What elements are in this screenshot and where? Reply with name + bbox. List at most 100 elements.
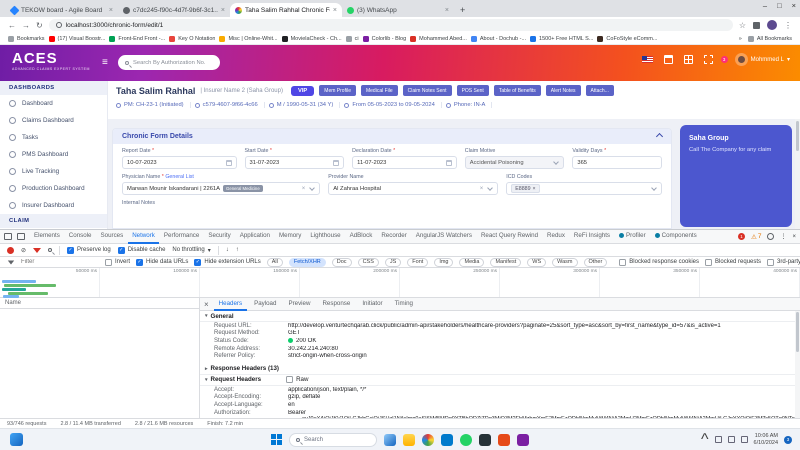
export-har-icon[interactable]: ↑ — [236, 247, 239, 253]
sidebar-item[interactable]: Tasks — [0, 129, 107, 146]
site-info-icon[interactable] — [56, 22, 62, 28]
member-action-button[interactable]: Mem Profile — [319, 85, 356, 96]
calendar-picker-icon[interactable] — [226, 160, 232, 166]
bookmark-star-icon[interactable]: ☆ — [739, 21, 746, 30]
disable-cache-toggle[interactable]: ✓ Disable cache — [118, 247, 166, 254]
bookmark-item[interactable]: (17) Visual Boostr... — [49, 36, 106, 42]
taskbar-app-icon[interactable] — [422, 434, 434, 446]
taskbar-app-icon[interactable] — [441, 434, 453, 446]
error-count-badge[interactable]: 1 — [738, 233, 745, 240]
bookmark-item[interactable]: Key O Notation — [169, 36, 215, 42]
clear-icon[interactable]: × — [302, 186, 306, 192]
detail-tab[interactable]: Payload — [249, 298, 281, 311]
new-tab-button[interactable]: + — [460, 5, 465, 15]
raw-headers-toggle[interactable]: Raw — [286, 376, 308, 383]
taskbar-app-icon[interactable] — [517, 434, 529, 446]
bookmark-item[interactable]: 1500+ Free HTML S... — [530, 36, 593, 42]
chronic-form-card-header[interactable]: Chronic Form Details — [113, 129, 671, 144]
devtools-tab[interactable]: Performance — [160, 230, 203, 244]
claim-motive-select[interactable]: Accidental Poisoning — [465, 156, 565, 169]
provider-select[interactable]: Al Zahraa Hospital × — [328, 182, 498, 195]
response-headers-section-header[interactable]: ▸ Response Headers (13) — [200, 364, 800, 375]
authorization-search-input[interactable]: Search By Authorization No. — [118, 55, 220, 70]
member-action-button[interactable]: Alert Notes — [546, 85, 581, 96]
detail-tab[interactable]: Initiator — [357, 298, 387, 311]
calendar-picker-icon[interactable] — [333, 160, 339, 166]
back-icon[interactable]: ← — [8, 21, 16, 30]
hide-data-urls-checkbox[interactable]: ✓ — [136, 259, 143, 266]
network-search-icon[interactable] — [48, 248, 52, 252]
calendar-icon[interactable] — [664, 55, 673, 64]
extensions-icon[interactable] — [753, 22, 760, 29]
tab-close-icon[interactable]: × — [445, 7, 449, 14]
blocked-cookies-toggle[interactable]: Blocked response cookies — [619, 259, 699, 266]
devtools-tab[interactable]: AngularJS Watchers — [412, 230, 476, 244]
detail-tab[interactable]: Headers — [214, 298, 247, 311]
warning-count-badge[interactable]: ⚠7 — [751, 233, 761, 241]
devtools-tab[interactable]: ReFi Insights — [570, 230, 614, 244]
general-list-link[interactable]: General List — [165, 174, 194, 180]
icd-tag-remove-icon[interactable]: × — [533, 186, 536, 192]
request-type-pill[interactable]: Wasm — [552, 258, 577, 267]
url-bar[interactable]: localhost:3000/chronic-form/edit/1 — [49, 19, 733, 31]
taskbar-clock[interactable]: 10:06 AM 6/10/2024 — [754, 433, 778, 447]
throttling-select[interactable]: No throttling ▾ — [172, 247, 210, 254]
bookmark-item[interactable]: Misc | Online-Whit... — [219, 36, 277, 42]
devtools-close-icon[interactable]: × — [792, 234, 796, 240]
detail-tab[interactable]: Response — [317, 298, 355, 311]
request-type-pill[interactable]: Font — [407, 258, 428, 267]
tab-close-icon[interactable]: × — [333, 7, 337, 14]
devtools-tab[interactable]: Security — [204, 230, 234, 244]
app-logo[interactable]: ACES ADVANCED CLAIMS EXPERT SYSTEM — [12, 50, 90, 71]
devtools-tab[interactable]: Network — [128, 230, 159, 244]
sidebar-item[interactable]: Claims Dashboard — [0, 112, 107, 129]
detail-close-icon[interactable]: × — [204, 300, 209, 309]
bookmark-item[interactable]: About - Dochub -... — [471, 36, 526, 42]
browser-tab[interactable]: (3) WhatsApp × — [342, 3, 454, 17]
third-party-toggle[interactable]: 3rd-party requests — [767, 259, 800, 266]
start-button-icon[interactable] — [271, 434, 282, 445]
member-action-button[interactable]: Claim Notes Sent — [403, 85, 452, 96]
start-date-input[interactable]: 31-07-2023 — [245, 156, 345, 169]
detail-tab[interactable]: Preview — [283, 298, 315, 311]
devtools-tab[interactable]: Profiler — [615, 230, 650, 244]
raw-checkbox[interactable] — [286, 376, 293, 383]
taskbar-app-icon[interactable] — [498, 434, 510, 446]
detail-tab[interactable]: Timing — [390, 298, 418, 311]
preserve-log-checkbox[interactable]: ✓ — [67, 247, 74, 254]
bookmark-item[interactable]: Front-End Front -... — [109, 36, 165, 42]
devtools-menu-icon[interactable]: ⋮ — [780, 233, 786, 240]
taskbar-app-icon[interactable] — [384, 434, 396, 446]
member-action-button[interactable]: Table of Benefits — [494, 85, 541, 96]
hide-data-urls-toggle[interactable]: ✓ Hide data URLs — [136, 259, 188, 266]
request-type-pill[interactable]: Img — [434, 258, 453, 267]
language-flag-icon[interactable] — [642, 56, 653, 63]
devtools-tab[interactable]: Console — [65, 230, 96, 244]
request-type-pill[interactable]: CSS — [358, 258, 379, 267]
member-action-button[interactable]: Medical File — [361, 85, 398, 96]
sidebar-item[interactable]: PMS Dashboard — [0, 146, 107, 163]
bookmark-item[interactable]: CoFoStyle eComm... — [597, 36, 657, 42]
general-section-header[interactable]: ▾ General — [200, 311, 800, 322]
request-type-pill[interactable]: WS — [527, 258, 546, 267]
sidebar-item[interactable]: Insurer Dashboard — [0, 197, 107, 214]
request-headers-section-header[interactable]: ▾ Request Headers Raw — [200, 375, 800, 386]
sidebar-item[interactable]: DASHBOARDS — [0, 81, 107, 95]
declaration-date-input[interactable]: 11-07-2023 — [352, 156, 457, 169]
bookmarks-overflow-icon[interactable]: » — [739, 36, 742, 42]
network-tray-icon[interactable] — [715, 436, 722, 443]
blocked-requests-toggle[interactable]: Blocked requests — [705, 259, 761, 266]
taskbar-search-box[interactable]: Search — [289, 433, 377, 447]
window-close-button[interactable]: × — [792, 1, 796, 10]
report-date-input[interactable]: 10-07-2023 — [122, 156, 237, 169]
devtools-tab[interactable]: Elements — [30, 230, 64, 244]
tab-close-icon[interactable]: × — [109, 7, 113, 14]
disable-cache-checkbox[interactable]: ✓ — [118, 247, 125, 254]
import-har-icon[interactable]: ↓ — [226, 247, 229, 253]
devtools-tab[interactable]: Application — [236, 230, 274, 244]
devtools-tab[interactable]: Redux — [543, 230, 569, 244]
request-type-pill[interactable]: All — [267, 258, 283, 267]
invert-toggle[interactable]: Invert — [105, 259, 130, 266]
devtools-tab[interactable]: Recorder — [377, 230, 410, 244]
page-scrollbar[interactable] — [795, 119, 800, 229]
